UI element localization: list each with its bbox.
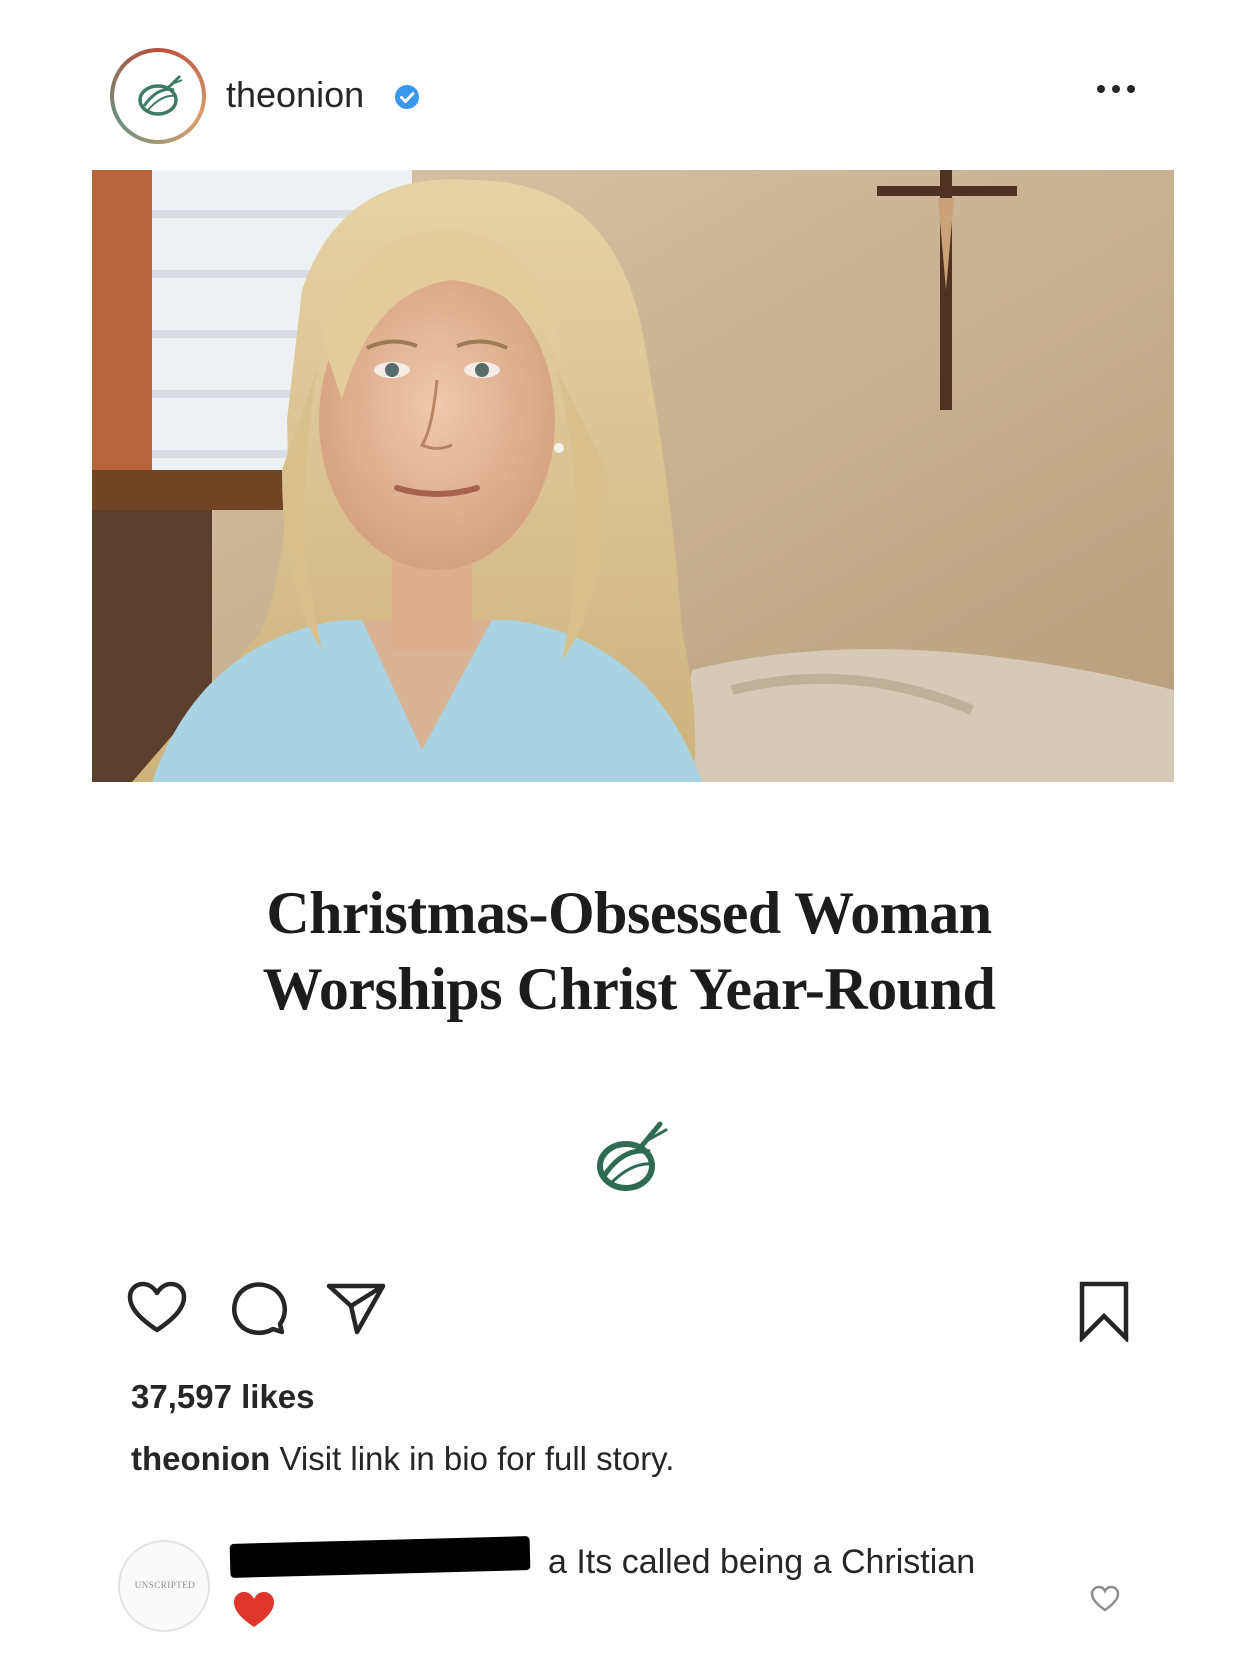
onion-logo-icon: [597, 1121, 668, 1191]
comment-like-heart-icon[interactable]: [1090, 1585, 1120, 1613]
verified-badge-icon: [395, 85, 419, 109]
comment-text: a Its called being a Christian: [548, 1543, 976, 1581]
bookmark-icon[interactable]: [1078, 1280, 1130, 1342]
comment-icon[interactable]: [230, 1280, 288, 1336]
post-username[interactable]: theonion: [226, 74, 364, 116]
article-headline: Christmas-Obsessed Woman Worships Christ…: [0, 875, 1258, 1027]
like-count[interactable]: 37,597 likes: [131, 1378, 315, 1416]
post-photo[interactable]: [92, 170, 1174, 782]
commenter-avatar-text: UNSCRIPTED: [134, 1580, 196, 1590]
share-icon[interactable]: [325, 1280, 387, 1336]
red-heart-emoji-icon: [234, 1592, 274, 1627]
redaction-bar: [229, 1536, 531, 1578]
heart-icon[interactable]: [126, 1280, 188, 1336]
headline-line-2: Worships Christ Year-Round: [262, 956, 996, 1022]
commenter-avatar[interactable]: UNSCRIPTED: [118, 1540, 210, 1632]
post-action-bar: [0, 1280, 1258, 1342]
ellipsis-icon[interactable]: [1095, 82, 1137, 96]
profile-avatar[interactable]: [110, 48, 206, 144]
headline-line-1: Christmas-Obsessed Woman: [266, 880, 992, 946]
caption-text: Visit link in bio for full story.: [279, 1440, 675, 1477]
onion-logo-icon: [138, 74, 183, 116]
post-header: theonion: [0, 0, 1258, 170]
post-caption: theonion Visit link in bio for full stor…: [131, 1440, 674, 1478]
caption-username[interactable]: theonion: [131, 1440, 270, 1477]
article-photo: [92, 170, 1174, 782]
